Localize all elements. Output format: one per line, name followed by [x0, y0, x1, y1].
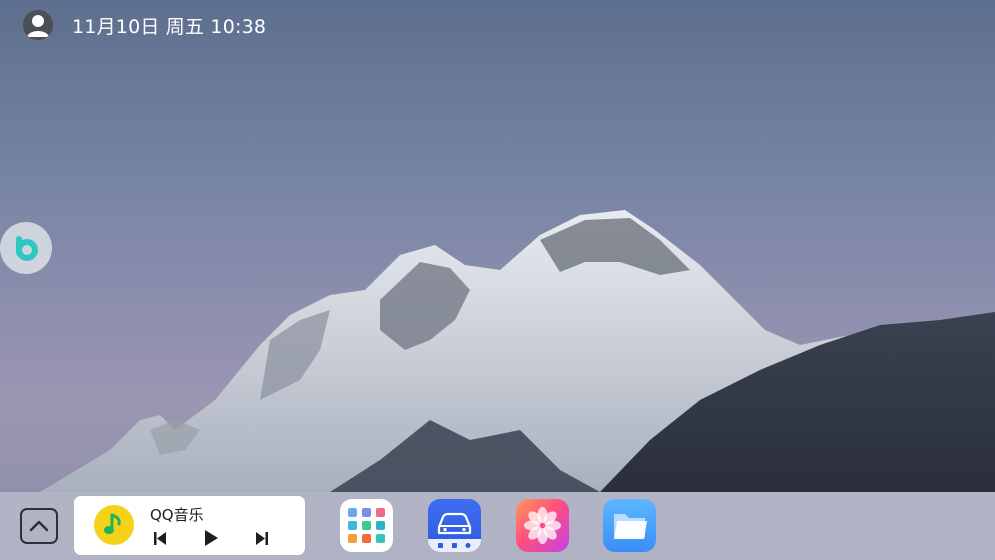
folder-icon[interactable]: [603, 499, 656, 552]
app-grid-icon[interactable]: [340, 499, 393, 552]
play-icon[interactable]: [202, 530, 220, 546]
next-icon[interactable]: [254, 530, 270, 546]
assistant-logo-icon[interactable]: [0, 222, 52, 274]
previous-icon[interactable]: [152, 530, 168, 546]
status-bar: 11月10日 周五 10:38: [22, 9, 266, 41]
date-time: 11月10日 周五 10:38: [72, 15, 267, 38]
expand-button[interactable]: [20, 508, 58, 544]
qq-music-logo-icon: [94, 505, 134, 545]
chevron-up-icon: [29, 520, 49, 532]
music-app-name: QQ音乐: [150, 506, 204, 524]
user-avatar-icon[interactable]: [22, 9, 54, 41]
wallpaper-mountain: [40, 210, 995, 492]
music-widget[interactable]: QQ音乐: [74, 496, 305, 555]
car-icon[interactable]: [428, 499, 481, 552]
gallery-flower-icon[interactable]: [516, 499, 569, 552]
